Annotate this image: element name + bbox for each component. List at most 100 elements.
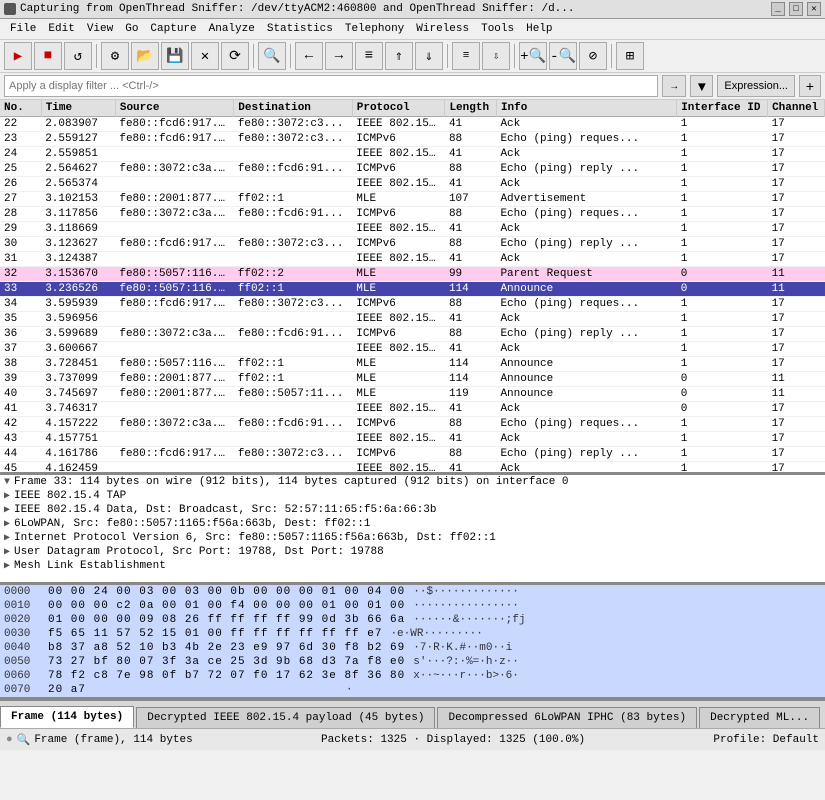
col-destination[interactable]: Destination — [234, 100, 352, 117]
table-row[interactable]: 333.236526fe80::5057:116...ff02::1MLE114… — [0, 282, 825, 297]
maximize-button[interactable]: □ — [789, 2, 803, 16]
table-row[interactable]: 283.117856fe80::3072:c3a...fe80::fcd6:91… — [0, 207, 825, 222]
auto-scroll-button[interactable]: ⇩ — [482, 42, 510, 70]
go-first-button[interactable]: ⇑ — [385, 42, 413, 70]
open-file-button[interactable]: 📂 — [131, 42, 159, 70]
hex-offset: 0050 — [4, 656, 40, 668]
bottom-tab-1[interactable]: Decrypted IEEE 802.15.4 payload (45 byte… — [136, 707, 435, 728]
start-capture-button[interactable]: ▶ — [4, 42, 32, 70]
menu-item-edit[interactable]: Edit — [42, 21, 80, 37]
menu-item-tools[interactable]: Tools — [475, 21, 520, 37]
close-button[interactable]: ✕ — [807, 2, 821, 16]
table-row[interactable]: 444.161786fe80::fcd6:917...fe80::3072:c3… — [0, 447, 825, 462]
go-forward-button[interactable]: → — [325, 42, 353, 70]
table-row[interactable]: 363.599689fe80::3072:c3a...fe80::fcd6:91… — [0, 327, 825, 342]
table-row[interactable]: 403.745697fe80::2001:877...fe80::5057:11… — [0, 387, 825, 402]
cell-no: 41 — [0, 402, 41, 417]
close-capture-button[interactable]: ✕ — [191, 42, 219, 70]
reload-button[interactable]: ⟳ — [221, 42, 249, 70]
go-to-packet-button[interactable]: ≡ — [355, 42, 383, 70]
table-row[interactable]: 313.124387IEEE 802.15.441Ack117 — [0, 252, 825, 267]
cell-interface_id: 1 — [677, 312, 768, 327]
detail-item[interactable]: ▶IEEE 802.15.4 Data, Dst: Broadcast, Src… — [0, 503, 825, 517]
menu-item-help[interactable]: Help — [520, 21, 558, 37]
go-last-button[interactable]: ⇓ — [415, 42, 443, 70]
detail-item[interactable]: ▶User Datagram Protocol, Src Port: 19788… — [0, 545, 825, 559]
cell-no: 30 — [0, 237, 41, 252]
menu-item-analyze[interactable]: Analyze — [203, 21, 261, 37]
table-row[interactable]: 393.737099fe80::2001:877...ff02::1MLE114… — [0, 372, 825, 387]
save-button[interactable]: 💾 — [161, 42, 189, 70]
table-row[interactable]: 413.746317IEEE 802.15.441Ack017 — [0, 402, 825, 417]
menu-item-telephony[interactable]: Telephony — [339, 21, 410, 37]
table-row[interactable]: 434.157751IEEE 802.15.441Ack117 — [0, 432, 825, 447]
menu-item-wireless[interactable]: Wireless — [410, 21, 475, 37]
cell-time: 3.596956 — [41, 312, 115, 327]
menu-item-statistics[interactable]: Statistics — [261, 21, 339, 37]
table-row[interactable]: 343.595939fe80::fcd6:917...fe80::3072:c3… — [0, 297, 825, 312]
table-row[interactable]: 353.596956IEEE 802.15.441Ack117 — [0, 312, 825, 327]
find-button[interactable]: 🔍 — [258, 42, 286, 70]
capture-options-button[interactable]: ⚙ — [101, 42, 129, 70]
cell-destination: ff02::1 — [234, 192, 352, 207]
go-back-button[interactable]: ← — [295, 42, 323, 70]
col-time[interactable]: Time — [41, 100, 115, 117]
zoom-in-button[interactable]: +🔍 — [519, 42, 547, 70]
normal-size-button[interactable]: ⊘ — [579, 42, 607, 70]
bottom-tab-2[interactable]: Decompressed 6LoWPAN IPHC (83 bytes) — [437, 707, 697, 728]
filter-dropdown-button[interactable]: ▼ — [690, 75, 713, 97]
expression-button[interactable]: Expression... — [717, 75, 795, 97]
table-row[interactable]: 222.083907fe80::fcd6:917...fe80::3072:c3… — [0, 117, 825, 132]
cell-destination: ff02::2 — [234, 267, 352, 282]
table-row[interactable]: 232.559127fe80::fcd6:917...fe80::3072:c3… — [0, 132, 825, 147]
detail-item[interactable]: ▶6LoWPAN, Src: fe80::5057:1165:f56a:663b… — [0, 517, 825, 531]
filter-apply-button[interactable]: → — [662, 75, 686, 97]
menu-item-view[interactable]: View — [81, 21, 119, 37]
bottom-tab-0[interactable]: Frame (114 bytes) — [0, 706, 134, 728]
menu-item-file[interactable]: File — [4, 21, 42, 37]
menu-item-go[interactable]: Go — [119, 21, 144, 37]
colorize-button[interactable]: ≡ — [452, 42, 480, 70]
zoom-out-button[interactable]: -🔍 — [549, 42, 577, 70]
table-row[interactable]: 252.564627fe80::3072:c3a...fe80::fcd6:91… — [0, 162, 825, 177]
col-source[interactable]: Source — [115, 100, 233, 117]
stop-capture-button[interactable]: ■ — [34, 42, 62, 70]
cell-source: fe80::3072:c3a... — [115, 207, 233, 222]
table-row[interactable]: 242.559851IEEE 802.15.441Ack117 — [0, 147, 825, 162]
table-row[interactable]: 273.102153fe80::2001:877...ff02::1MLE107… — [0, 192, 825, 207]
toolbar-sep4 — [447, 44, 448, 68]
col-info[interactable]: Info — [496, 100, 676, 117]
detail-item[interactable]: ▶Internet Protocol Version 6, Src: fe80:… — [0, 531, 825, 545]
table-row[interactable]: 373.600667IEEE 802.15.441Ack117 — [0, 342, 825, 357]
cell-channel: 11 — [768, 267, 825, 282]
col-no[interactable]: No. — [0, 100, 41, 117]
frame-info: Frame (frame), 114 bytes — [34, 734, 192, 746]
detail-item[interactable]: ▶Mesh Link Establishment — [0, 559, 825, 573]
table-row[interactable]: 454.162459IEEE 802.15.441Ack117 — [0, 462, 825, 476]
restart-button[interactable]: ↺ — [64, 42, 92, 70]
filter-input[interactable] — [4, 75, 658, 97]
detail-item[interactable]: ▶IEEE 802.15.4 TAP — [0, 489, 825, 503]
table-row[interactable]: 293.118669IEEE 802.15.441Ack117 — [0, 222, 825, 237]
hex-bytes: 00 00 00 c2 0a 00 01 00 f4 00 00 00 01 0… — [48, 600, 405, 612]
col-length[interactable]: Length — [445, 100, 497, 117]
detail-item[interactable]: ▼Frame 33: 114 bytes on wire (912 bits),… — [0, 475, 825, 489]
cell-destination — [234, 222, 352, 237]
table-row[interactable]: 323.153670fe80::5057:116...ff02::2MLE99P… — [0, 267, 825, 282]
add-filter-button[interactable]: + — [799, 75, 821, 97]
resize-columns-button[interactable]: ⊞ — [616, 42, 644, 70]
minimize-button[interactable]: _ — [771, 2, 785, 16]
table-row[interactable]: 424.157222fe80::3072:c3a...fe80::fcd6:91… — [0, 417, 825, 432]
table-row[interactable]: 262.565374IEEE 802.15.441Ack117 — [0, 177, 825, 192]
bottom-tab-3[interactable]: Decrypted ML... — [699, 707, 820, 728]
cell-destination: ff02::1 — [234, 357, 352, 372]
col-channel[interactable]: Channel — [768, 100, 825, 117]
menu-item-capture[interactable]: Capture — [144, 21, 202, 37]
col-protocol[interactable]: Protocol — [352, 100, 445, 117]
cell-interface_id: 1 — [677, 447, 768, 462]
cell-channel: 11 — [768, 387, 825, 402]
table-row[interactable]: 383.728451fe80::5057:116...ff02::1MLE114… — [0, 357, 825, 372]
col-interface-id[interactable]: Interface ID — [677, 100, 768, 117]
cell-info: Echo (ping) reply ... — [496, 327, 676, 342]
table-row[interactable]: 303.123627fe80::fcd6:917...fe80::3072:c3… — [0, 237, 825, 252]
